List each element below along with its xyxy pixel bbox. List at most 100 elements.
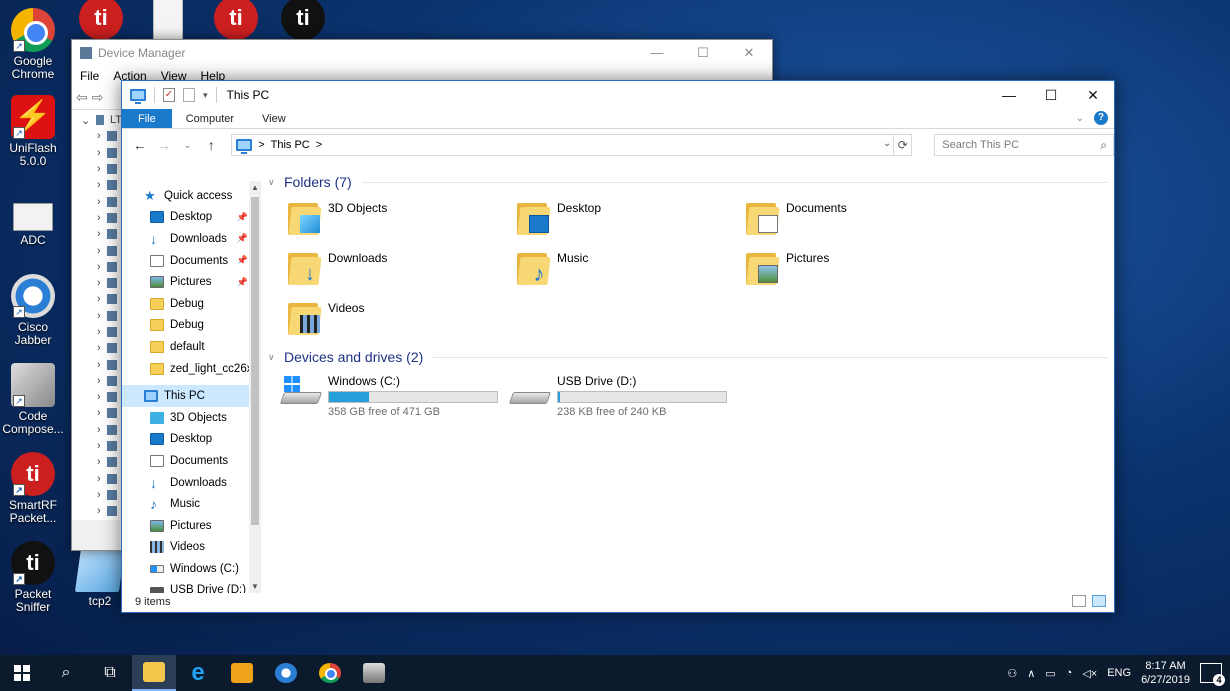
nav-item-desktop[interactable]: Desktop	[122, 429, 260, 451]
nav-item-documents[interactable]: Documents 📌	[122, 250, 260, 272]
folder-3d-objects[interactable]: 3D Objects	[288, 201, 387, 235]
nav-item-debug[interactable]: Debug	[122, 315, 260, 337]
nav-item-usb-drive[interactable]: USB Drive (D:)	[122, 580, 260, 593]
tree-node[interactable]: ›	[77, 259, 122, 275]
tree-node[interactable]: ›	[77, 210, 122, 226]
tree-node[interactable]: ›	[77, 177, 122, 193]
nav-item-downloads[interactable]: ↓ Downloads	[122, 472, 260, 494]
new-folder-icon[interactable]	[183, 88, 195, 102]
address-bar[interactable]: > This PC > ⌄ ⟳	[231, 134, 913, 156]
search-input[interactable]: Search This PC ⌕	[934, 134, 1115, 156]
nav-item-documents[interactable]: Documents	[122, 450, 260, 472]
search-button[interactable]: ⌕	[44, 655, 88, 691]
people-icon[interactable]: ⚇	[1007, 667, 1017, 680]
nav-item-default[interactable]: default	[122, 336, 260, 358]
taskbar-jabber[interactable]	[264, 655, 308, 691]
details-view-icon[interactable]	[1072, 595, 1086, 607]
large-icons-view-icon[interactable]	[1092, 595, 1106, 607]
tree-node[interactable]: ›	[77, 308, 122, 324]
help-icon[interactable]: ?	[1094, 111, 1108, 125]
task-view-button[interactable]: ⧉	[88, 655, 132, 691]
desktop-icon-code-composer[interactable]: ↗ Code Compose...	[0, 363, 66, 436]
folder-desktop[interactable]: Desktop	[517, 201, 601, 235]
breadcrumb-separator[interactable]: >	[316, 139, 322, 151]
clock[interactable]: 8:17 AM 6/27/2019	[1141, 659, 1190, 687]
tab-view[interactable]: View	[248, 109, 300, 128]
nav-item-desktop[interactable]: Desktop 📌	[122, 207, 260, 229]
minimize-button[interactable]: —	[988, 81, 1030, 109]
desktop-icon-smartrf[interactable]: ti ↗ SmartRF Packet...	[0, 452, 66, 525]
tree-node[interactable]: ›	[77, 373, 122, 389]
back-arrow-icon[interactable]: ←	[132, 137, 148, 153]
folders-group-header[interactable]: ∨ Folders (7)	[268, 171, 1112, 193]
drives-group-header[interactable]: ∨ Devices and drives (2)	[268, 346, 1112, 368]
tree-node[interactable]: ›	[77, 161, 122, 177]
taskbar-device-manager[interactable]	[352, 655, 396, 691]
tree-root[interactable]: ⌄ LT	[77, 112, 122, 128]
desktop-icon-jabber[interactable]: ↗ Cisco Jabber	[0, 274, 66, 347]
tree-node[interactable]: ›	[77, 145, 122, 161]
tree-node[interactable]: ›	[77, 226, 122, 242]
taskbar-file-explorer[interactable]	[132, 655, 176, 691]
desktop-icon-chrome[interactable]: ↗ Google Chrome	[0, 8, 66, 81]
properties-icon[interactable]: ✓	[163, 88, 175, 102]
taskbar-outlook[interactable]	[220, 655, 264, 691]
nav-item-3d-objects[interactable]: 3D Objects	[122, 407, 260, 429]
nav-item-music[interactable]: ♪ Music	[122, 493, 260, 515]
nav-item-zed-light[interactable]: zed_light_cc26x2	[122, 358, 260, 380]
scroll-up-icon[interactable]: ▲	[249, 183, 261, 192]
tree-node[interactable]: ›	[77, 438, 122, 454]
file-explorer-window[interactable]: ✓ ▾ This PC — ☐ ✕ File Computer View ⌄ ?…	[121, 80, 1115, 613]
nav-item-debug[interactable]: Debug	[122, 293, 260, 315]
desktop-icon-ti-3[interactable]: ti	[270, 0, 336, 43]
breadcrumb-this-pc[interactable]: This PC	[271, 139, 310, 151]
folder-pictures[interactable]: Pictures	[746, 251, 829, 285]
tab-file[interactable]: File	[122, 109, 172, 128]
nav-this-pc[interactable]: This PC	[122, 385, 260, 407]
explorer-titlebar[interactable]: ✓ ▾ This PC — ☐ ✕	[122, 81, 1114, 109]
nav-scrollbar[interactable]: ▲ ▼	[249, 181, 261, 593]
action-center-button[interactable]: 4	[1200, 663, 1225, 686]
tree-node[interactable]: ›	[77, 128, 122, 144]
close-button[interactable]: ✕	[726, 40, 772, 66]
volume-icon[interactable]: ◁×	[1082, 667, 1097, 680]
battery-icon[interactable]: ▭	[1045, 667, 1055, 680]
tree-node[interactable]: ›	[77, 340, 122, 356]
back-arrow-icon[interactable]: ⇦	[76, 89, 88, 106]
scrollbar-thumb[interactable]	[251, 197, 259, 525]
desktop-icon-file[interactable]	[135, 0, 201, 43]
minimize-button[interactable]: —	[634, 40, 680, 66]
tree-node[interactable]: ›	[77, 454, 122, 470]
tree-node[interactable]: ›	[77, 275, 122, 291]
tree-node[interactable]: ›	[77, 503, 122, 519]
tree-node[interactable]: ›	[77, 356, 122, 372]
desktop-icon-ti-2[interactable]: ti	[203, 0, 269, 43]
close-button[interactable]: ✕	[1072, 81, 1114, 109]
folder-downloads[interactable]: ↓ Downloads	[288, 251, 387, 285]
maximize-button[interactable]: ☐	[1030, 81, 1072, 109]
tree-node[interactable]: ›	[77, 242, 122, 258]
folder-videos[interactable]: Videos	[288, 301, 364, 335]
desktop-icon-adc[interactable]: ADC	[0, 193, 66, 247]
language-indicator[interactable]: ENG	[1107, 667, 1131, 679]
expand-ribbon-icon[interactable]: ⌄	[1076, 113, 1084, 124]
desktop-icon-uniflash[interactable]: ⚡ ↗ UniFlash 5.0.0	[0, 95, 66, 168]
up-arrow-icon[interactable]: ↑	[203, 137, 219, 153]
drive-windows-c[interactable]: Windows (C:) 358 GB free of 471 GB	[279, 374, 498, 418]
refresh-icon[interactable]: ⟳	[893, 135, 911, 155]
maximize-button[interactable]: ☐	[680, 40, 726, 66]
tree-node[interactable]: ›	[77, 291, 122, 307]
forward-arrow-icon[interactable]: ⇨	[92, 89, 104, 106]
customize-toolbar-icon[interactable]: ▾	[203, 90, 208, 101]
taskbar-chrome[interactable]	[308, 655, 352, 691]
scroll-down-icon[interactable]: ▼	[249, 582, 261, 591]
nav-item-windows-c[interactable]: Windows (C:)	[122, 558, 260, 580]
nav-item-pictures[interactable]: Pictures 📌	[122, 271, 260, 293]
nav-quick-access[interactable]: ★ Quick access	[122, 185, 260, 207]
address-dropdown-icon[interactable]: ⌄	[883, 138, 891, 149]
tree-node[interactable]: ›	[77, 422, 122, 438]
menu-file[interactable]: File	[80, 69, 99, 83]
drive-usb-d[interactable]: USB Drive (D:) 238 KB free of 240 KB	[508, 374, 727, 418]
desktop-icon-ti-1[interactable]: ti	[68, 0, 134, 43]
tree-node[interactable]: ›	[77, 389, 122, 405]
